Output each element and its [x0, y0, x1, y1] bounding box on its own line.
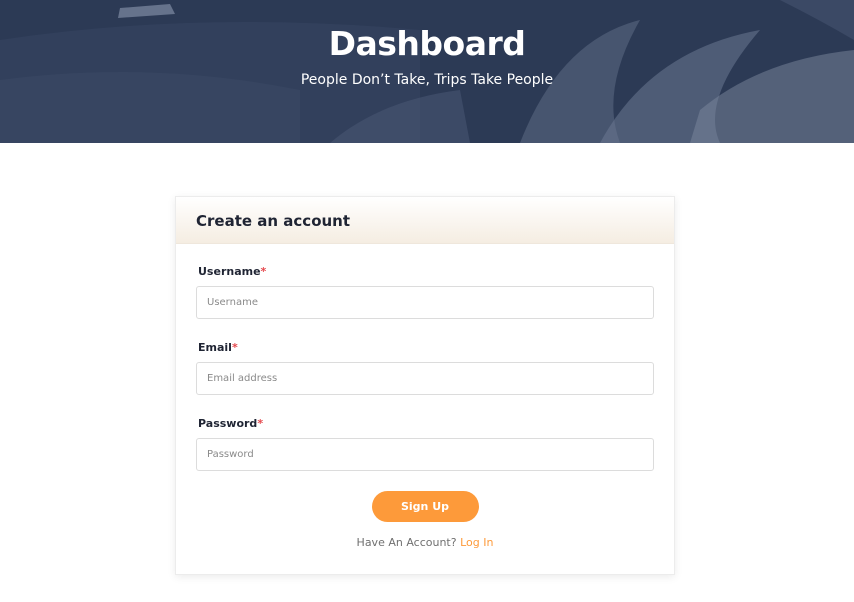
signup-form: Username* Email* Password* Sign Up Have …: [176, 265, 674, 549]
username-input[interactable]: [196, 286, 654, 319]
required-mark: *: [231, 341, 238, 354]
login-prompt-text: Have An Account?: [356, 536, 457, 549]
password-field-group: Password*: [196, 417, 654, 471]
required-mark: *: [257, 417, 264, 430]
login-prompt: Have An Account? Log In: [196, 536, 654, 549]
email-label: Email*: [198, 341, 238, 354]
hero-banner: Dashboard People Don’t Take, Trips Take …: [0, 0, 854, 143]
page-title: Dashboard: [328, 24, 526, 63]
password-input[interactable]: [196, 438, 654, 471]
card-title: Create an account: [196, 212, 351, 230]
page-subtitle: People Don’t Take, Trips Take People: [300, 72, 554, 88]
required-mark: *: [260, 265, 267, 278]
username-label: Username*: [198, 265, 267, 278]
username-field-group: Username*: [196, 265, 654, 319]
password-label: Password*: [198, 417, 264, 430]
email-field-group: Email*: [196, 341, 654, 395]
card-header: Create an account: [176, 197, 674, 244]
signup-card: Create an account Username* Email* Passw…: [175, 196, 675, 575]
log-in-link[interactable]: Log In: [460, 536, 493, 549]
sign-up-button[interactable]: Sign Up: [371, 491, 479, 522]
email-input[interactable]: [196, 362, 654, 395]
